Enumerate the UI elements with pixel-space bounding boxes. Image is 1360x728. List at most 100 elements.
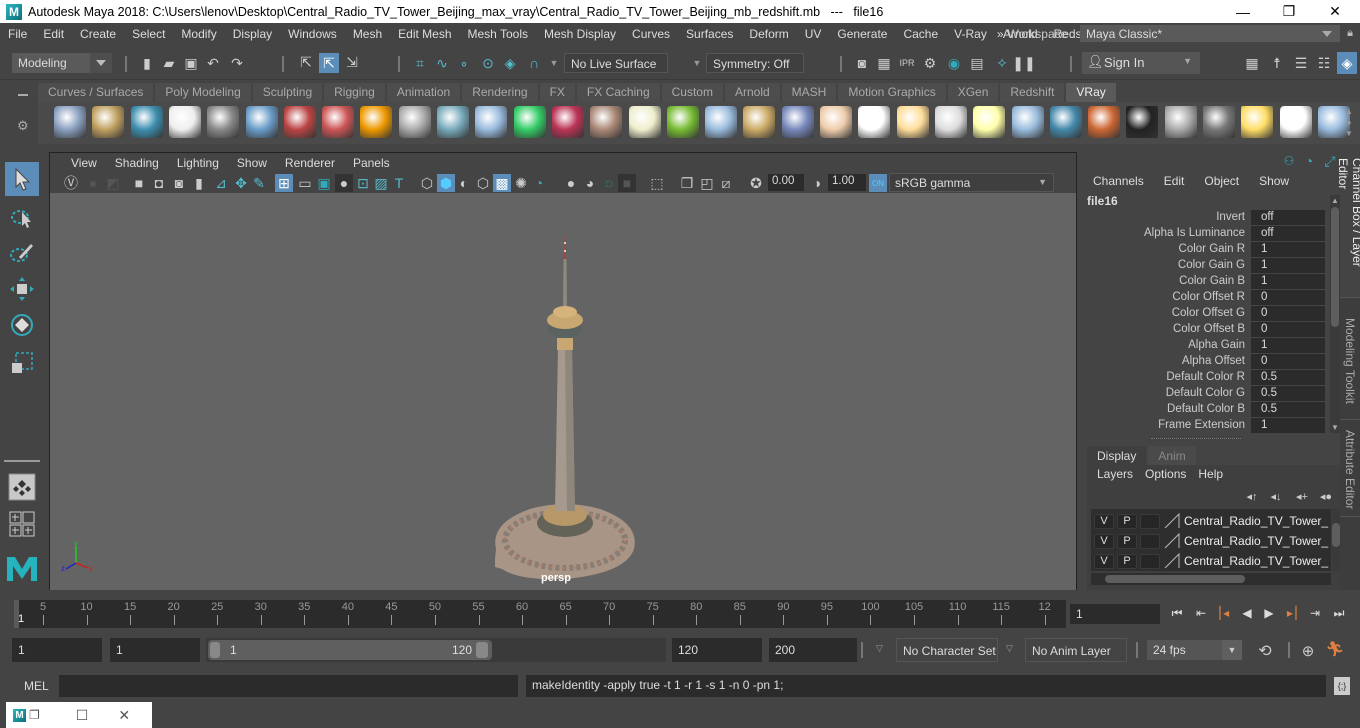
vray-grass-icon[interactable]	[666, 106, 699, 138]
vray-fur-icon[interactable]	[705, 106, 738, 138]
menu-overflow-icon[interactable]: »	[997, 27, 1004, 41]
chevron-down-icon[interactable]: ▼	[688, 54, 706, 72]
layer-display-type-toggle[interactable]	[1140, 553, 1160, 569]
viewport-menu-view[interactable]: View	[62, 156, 106, 170]
range-start-handle[interactable]	[210, 642, 220, 658]
hypershade-icon[interactable]: ◉	[945, 54, 963, 72]
layer-row[interactable]: V P Central_Radio_TV_Tower_Be	[1091, 551, 1331, 571]
undo-icon[interactable]: ↶	[204, 54, 222, 72]
move-layer-down-icon[interactable]: ◂↓	[1267, 487, 1285, 505]
viewport-menu-shading[interactable]: Shading	[106, 156, 168, 170]
sign-in-button[interactable]: 👤︎ Sign In ▼	[1082, 52, 1200, 74]
channel-value[interactable]: 0	[1251, 353, 1325, 369]
gamma-icon[interactable]: ◑	[808, 174, 826, 192]
step-forward-key-icon[interactable]: ▸⎮	[1286, 606, 1300, 620]
vray-fire-icon[interactable]	[360, 106, 393, 138]
vray-omni-light-icon[interactable]	[896, 106, 929, 138]
vray-settings-icon[interactable]	[1203, 106, 1235, 138]
animation-end-field[interactable]: 200	[769, 638, 857, 662]
menu-surfaces[interactable]: Surfaces	[678, 27, 741, 41]
workspace-select[interactable]: Maya Classic*	[1080, 25, 1340, 42]
scroll-down-icon[interactable]: ▼	[1331, 423, 1339, 432]
lasso-tool-icon[interactable]	[5, 200, 39, 234]
shelf-tab-arnold[interactable]: Arnold	[724, 83, 780, 102]
current-frame-field[interactable]: 1	[1070, 604, 1160, 624]
new-scene-icon[interactable]: ▮	[138, 54, 156, 72]
four-view-layout-icon[interactable]	[5, 508, 39, 542]
chevron-down-icon[interactable]: ▼	[545, 54, 563, 72]
use-all-lights-icon[interactable]: ✺	[512, 174, 530, 192]
channel-value[interactable]: off	[1251, 225, 1325, 241]
minimized-window[interactable]: M ❐ ☐ ✕	[6, 702, 152, 728]
vray-multi-icon[interactable]	[1088, 106, 1121, 138]
vray-doc-icon[interactable]	[207, 106, 240, 138]
vray-region-icon[interactable]: ◩	[104, 174, 122, 192]
vray-camera-icon[interactable]	[283, 106, 316, 138]
shelf-tab-custom[interactable]: Custom	[661, 83, 723, 102]
vray-frame-buffer-icon[interactable]	[1164, 106, 1197, 138]
character-set-select[interactable]: No Character Set	[896, 638, 998, 662]
bookmark-icon[interactable]: ▮	[190, 174, 208, 192]
rotate-tool-icon[interactable]	[5, 308, 39, 342]
vray-texture-icon[interactable]	[590, 106, 623, 138]
select-components-icon[interactable]: ⇲	[343, 53, 361, 71]
channel-label[interactable]: Color Gain R	[1083, 243, 1251, 255]
menu-edit-mesh[interactable]: Edit Mesh	[390, 27, 459, 41]
select-tool-icon[interactable]	[5, 162, 39, 196]
shelf-tab-rigging[interactable]: Rigging	[324, 83, 385, 102]
modeling-toolkit-icon[interactable]: ▦	[1243, 54, 1261, 72]
cb-menu-channels[interactable]: Channels	[1083, 174, 1154, 188]
layer-color-swatch-icon[interactable]	[1164, 513, 1180, 529]
single-perspective-layout-icon[interactable]	[5, 470, 39, 504]
layer-list-hscrollbar[interactable]	[1091, 573, 1331, 585]
channel-value[interactable]: 0.5	[1251, 401, 1325, 417]
viewport-menu-show[interactable]: Show	[228, 156, 276, 170]
layer-row[interactable]: V P Central_Radio_TV_Tower_Be	[1091, 531, 1331, 551]
new-empty-layer-icon[interactable]: ◂+	[1293, 487, 1311, 505]
channel-label[interactable]: Color Gain B	[1083, 275, 1251, 287]
menu-select[interactable]: Select	[124, 27, 173, 41]
shelf-tab-motion-graphics[interactable]: Motion Graphics	[838, 83, 946, 102]
shelf-tab-animation[interactable]: Animation	[386, 83, 461, 102]
image-plane-icon[interactable]: ⊿	[212, 174, 230, 192]
layer-row[interactable]: V P Central_Radio_TV_Tower_Be	[1091, 511, 1331, 531]
vray-save-icon[interactable]	[54, 106, 86, 138]
snap-view-plane-icon[interactable]: ⊙	[479, 54, 497, 72]
snap-curve-icon[interactable]: ∿	[433, 54, 451, 72]
menu-mesh[interactable]: Mesh	[345, 27, 390, 41]
gate-mask-icon[interactable]: ●	[335, 174, 353, 192]
layer-tab-display[interactable]: Display	[1087, 446, 1147, 466]
vray-mtl-icon[interactable]	[245, 106, 278, 138]
vray-sphere-light-icon[interactable]	[628, 106, 661, 138]
shelf-scroll[interactable]: ▲ ● ▼	[1344, 106, 1354, 140]
snap-point-icon[interactable]: ∘	[455, 54, 473, 72]
play-forwards-icon[interactable]: ▶	[1262, 606, 1276, 620]
exposure-field[interactable]: 0.00	[768, 174, 804, 191]
layer-playback-toggle[interactable]: P	[1117, 513, 1137, 529]
restore-icon[interactable]: ❐	[29, 708, 40, 722]
vray-list-icon[interactable]	[130, 106, 163, 138]
layer-tab-anim[interactable]: Anim	[1148, 446, 1196, 466]
menu-display[interactable]: Display	[225, 27, 280, 41]
tower-model[interactable]	[50, 193, 1076, 590]
layer-playback-toggle[interactable]: P	[1117, 553, 1137, 569]
side-tab-modeling-toolkit[interactable]: Modeling Toolkit	[1340, 310, 1360, 420]
grease-pencil-icon[interactable]: ✎	[250, 174, 268, 192]
ipr-render-icon[interactable]: IPR	[898, 54, 916, 72]
channel-value[interactable]: 0	[1251, 321, 1325, 337]
layer-playback-toggle[interactable]: P	[1117, 533, 1137, 549]
redo-icon[interactable]: ↷	[228, 54, 246, 72]
maximize-icon[interactable]: ☐	[76, 707, 89, 724]
cb-menu-show[interactable]: Show	[1249, 174, 1299, 188]
bookmarks-icon[interactable]: ◙	[170, 174, 188, 192]
menu-generate[interactable]: Generate	[829, 27, 895, 41]
close-button[interactable]: ✕	[1312, 0, 1358, 23]
channel-label[interactable]: Invert	[1083, 211, 1251, 223]
default-material-icon[interactable]: ◐	[455, 174, 473, 192]
channel-box-toggle-icon[interactable]: ⚇	[1280, 152, 1298, 170]
live-surface-field[interactable]: No Live Surface	[564, 53, 668, 73]
viewport-menu-panels[interactable]: Panels	[344, 156, 399, 170]
channel-label[interactable]: Color Offset R	[1083, 291, 1251, 303]
vray-light-lister-icon[interactable]	[1241, 106, 1274, 138]
lock-icon[interactable]: 🔒︎	[1340, 27, 1360, 40]
